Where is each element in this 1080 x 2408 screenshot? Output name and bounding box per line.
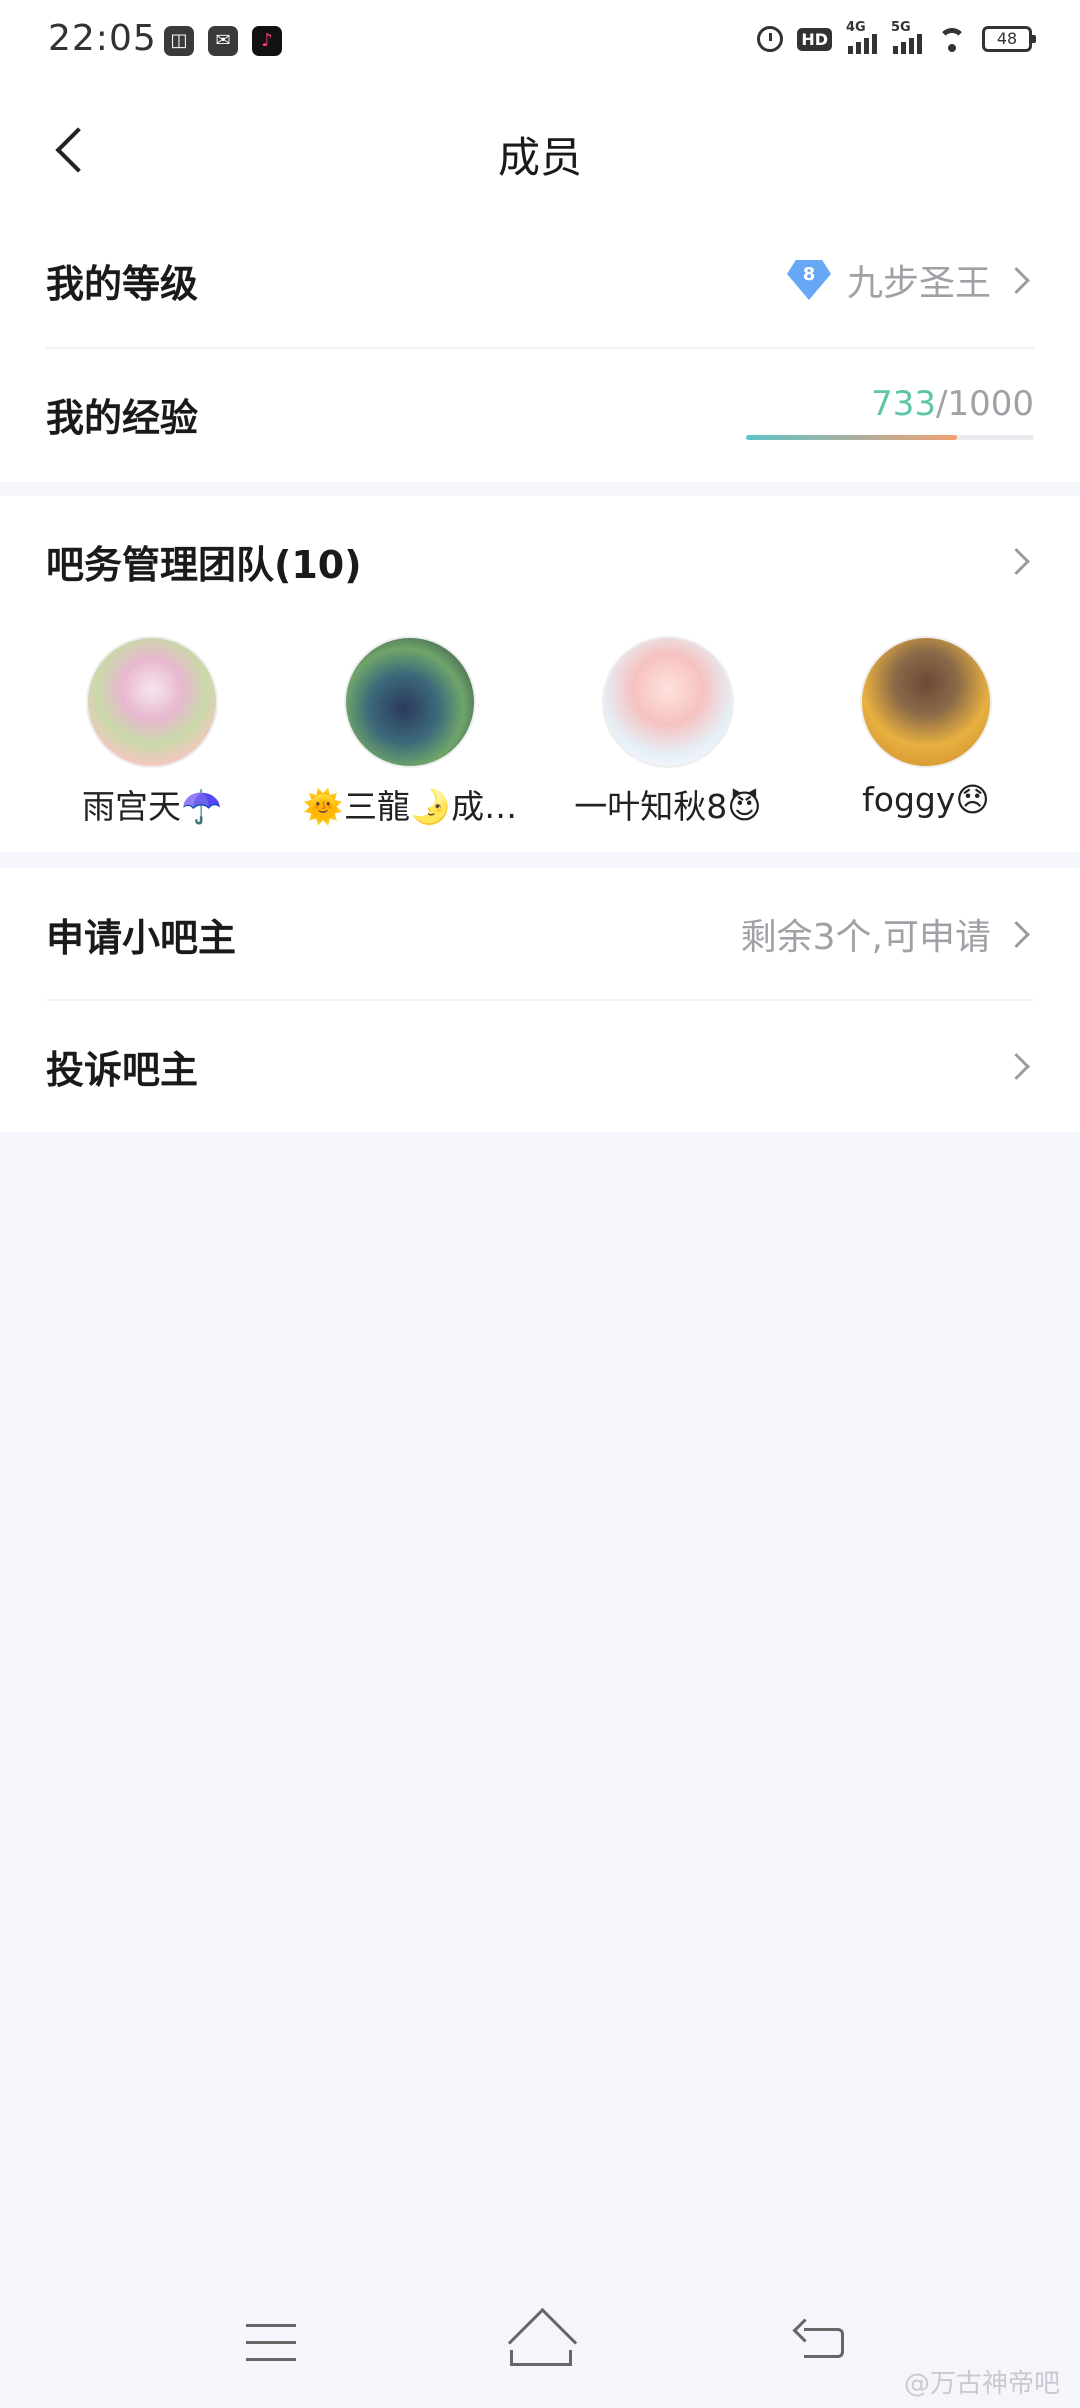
apply-assistant-value: 剩余3个,可申请 (740, 917, 991, 958)
status-bar: 22:05 ◫ ✉ ♪ HD 4G 5G 48 (0, 0, 1080, 84)
signal-4g-icon: 4G (846, 20, 877, 54)
member-name: 一叶知秋8😈 (574, 787, 762, 826)
hd-voice-icon: HD (797, 27, 832, 51)
team-member[interactable]: 雨宫天☂️ (32, 636, 272, 828)
member-name: 🌞三龍🌛成… (302, 787, 518, 826)
chevron-right-icon (1003, 547, 1030, 575)
team-member[interactable]: 一叶知秋8😈 (548, 636, 788, 828)
team-member[interactable]: 🌞三龍🌛成… (290, 636, 530, 828)
menu-icon[interactable] (246, 2324, 296, 2364)
my-level-label: 我的等级 (46, 261, 199, 306)
my-level-value: 九步圣王 (846, 263, 991, 304)
chevron-right-icon (1003, 266, 1030, 294)
my-info-card: 我的等级 8 九步圣王 我的经验 733/1000 (0, 214, 1080, 482)
page-title: 成员 (497, 133, 582, 182)
chevron-right-icon (1003, 1052, 1030, 1080)
status-time: 22:05 (48, 18, 157, 59)
system-nav-bar: @万古神帝吧 (0, 2290, 1080, 2408)
team-card: 吧务管理团队(10) 雨宫天☂️ 🌞三龍🌛成… 一叶知秋8😈 foggy😞 (0, 496, 1080, 852)
message-app-icon: ✉ (208, 26, 238, 56)
experience-bar-fill (746, 435, 958, 440)
team-member[interactable]: foggy😞 (806, 636, 1046, 819)
experience-bar-track (746, 435, 1034, 440)
signal-4g-label: 4G (846, 20, 866, 35)
actions-card: 申请小吧主 剩余3个,可申请 投诉吧主 (0, 868, 1080, 1132)
avatar (602, 636, 734, 768)
level-badge-number: 8 (802, 264, 816, 285)
watermark: @万古神帝吧 (903, 2369, 1060, 2399)
team-members-list: 雨宫天☂️ 🌞三龍🌛成… 一叶知秋8😈 foggy😞 (0, 636, 1080, 836)
experience-total: /1000 (936, 384, 1034, 424)
my-experience-label: 我的经验 (46, 395, 199, 440)
experience-current: 733 (871, 384, 937, 424)
experience-text: 733/1000 (871, 384, 1034, 424)
nav-header: 成员 (0, 84, 1080, 214)
level-badge-icon: 8 (786, 260, 831, 300)
status-app-icons: ◫ ✉ ♪ (164, 26, 282, 56)
complain-owner-row[interactable]: 投诉吧主 (46, 1000, 1034, 1132)
experience-progress: 733/1000 (746, 384, 1034, 444)
signal-5g-icon: 5G (891, 20, 922, 54)
my-level-row[interactable]: 我的等级 8 九步圣王 (46, 214, 1034, 346)
status-indicators: HD 4G 5G 48 (757, 20, 1036, 54)
apply-assistant-row[interactable]: 申请小吧主 剩余3个,可申请 (46, 868, 1034, 1000)
alarm-icon (757, 26, 784, 52)
app-notification-icon: ◫ (164, 26, 194, 56)
complain-owner-label: 投诉吧主 (46, 1047, 199, 1092)
home-icon[interactable] (506, 2314, 576, 2374)
member-name: 雨宫天☂️ (81, 787, 223, 826)
chevron-right-icon (1003, 920, 1030, 948)
avatar (344, 636, 476, 768)
team-title: 吧务管理团队(10) (46, 542, 362, 587)
avatar (86, 636, 218, 768)
member-name: foggy😞 (862, 780, 990, 819)
back-nav-icon[interactable] (794, 2320, 850, 2364)
signal-5g-label: 5G (891, 20, 911, 35)
wifi-icon (936, 26, 968, 52)
avatar (860, 636, 992, 768)
my-experience-row: 我的经验 733/1000 (46, 348, 1034, 480)
team-header-row[interactable]: 吧务管理团队(10) (46, 496, 1034, 626)
tiktok-icon: ♪ (252, 26, 282, 56)
battery-icon: 48 (982, 26, 1036, 52)
apply-assistant-label: 申请小吧主 (46, 915, 237, 960)
